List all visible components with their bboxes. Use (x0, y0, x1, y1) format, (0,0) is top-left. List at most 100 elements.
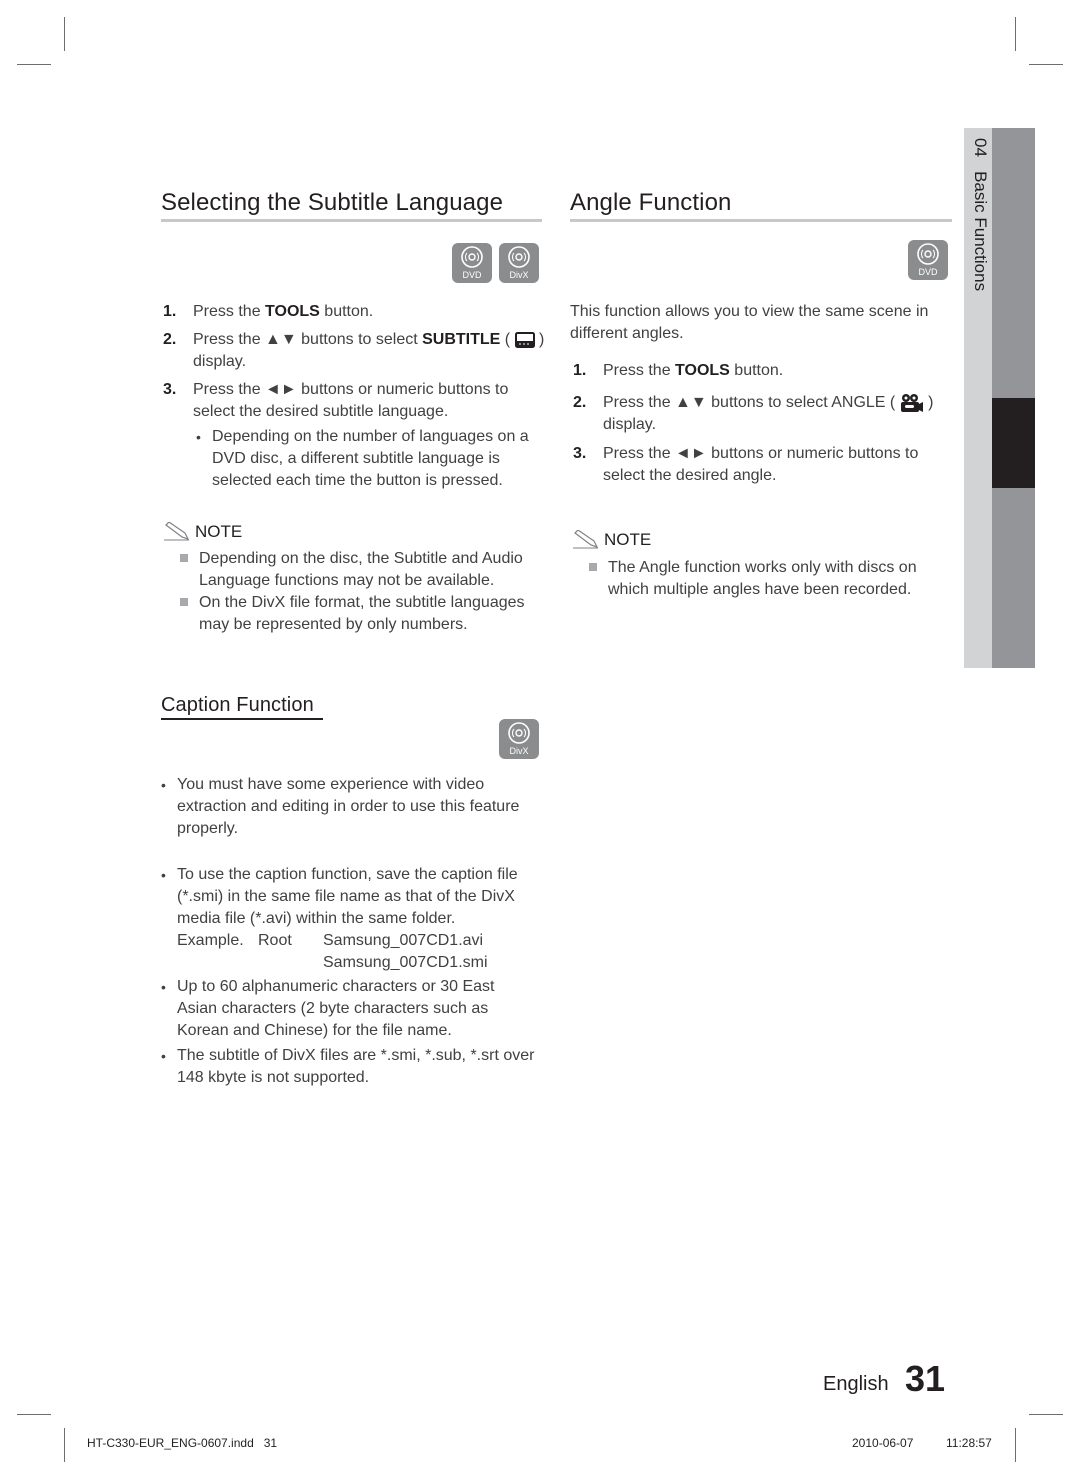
example-file: Samsung_007CD1.smi (323, 954, 488, 971)
slug-date: 2010-06-07 (852, 1436, 914, 1450)
bullet-dot: • (161, 867, 166, 883)
bullet-text: Depending on the number of languages on … (212, 428, 529, 489)
step: 2. Press the ▲▼ buttons to select ANGLE … (573, 392, 958, 436)
crop-mark (1029, 64, 1063, 65)
step-text-part: ( (500, 331, 515, 348)
subtitle-icon (514, 331, 535, 348)
page-number: 31 (905, 1358, 946, 1399)
camera-icon (900, 393, 923, 412)
step-text-part: display. (193, 353, 247, 370)
divx-badge: DivX (499, 719, 539, 759)
step: 3. Press the ◄► buttons or numeric butto… (163, 379, 533, 423)
disc-icon (461, 246, 483, 268)
caption-bullet: • To use the caption function, save the … (161, 864, 541, 930)
disc-icon (508, 722, 530, 744)
crop-mark (1015, 17, 1016, 51)
chapter-label: 04 Basic Functions (966, 138, 990, 291)
badge-label: DivX (509, 746, 529, 756)
bullet-text: To use the caption function, save the ca… (177, 866, 518, 927)
section-rule (570, 219, 952, 222)
square-bullet (177, 548, 199, 592)
step-number: 1. (573, 362, 587, 379)
note-label: NOTE (195, 522, 243, 541)
example-folder: Root (258, 932, 292, 949)
step-text: Press the ▲▼ buttons to select SUBTITLE … (193, 329, 548, 373)
chapter-title: Basic Functions (971, 171, 990, 292)
note-header: NOTE (572, 530, 651, 550)
note-text: The Angle function works only with discs… (608, 559, 917, 598)
pencil-icon (573, 530, 599, 549)
step-number: 2. (573, 394, 587, 411)
crop-mark (64, 17, 65, 51)
note-item: The Angle function works only with discs… (586, 557, 946, 601)
disc-icon (917, 243, 939, 265)
chapter-number: 04 (971, 138, 990, 157)
keyword: TOOLS (675, 362, 730, 379)
caption-bullet: • Up to 60 alphanumeric characters or 30… (161, 976, 531, 1042)
step-text-part: Press the (603, 362, 676, 379)
sub-bullet: • Depending on the number of languages o… (196, 426, 542, 492)
step-text-part: button. (319, 303, 374, 320)
note-item: On the DivX file format, the subtitle la… (177, 592, 537, 636)
step-text-part: ) (923, 394, 934, 411)
step-text-part: Press the (193, 303, 266, 320)
keyword: TOOLS (265, 303, 320, 320)
step-text-part: display. (603, 416, 657, 433)
slug-filename: HT-C330-EUR_ENG-0607.indd 31 (87, 1436, 278, 1450)
section-title-caption: Caption Function (161, 694, 314, 716)
badge-label: DVD (462, 270, 482, 280)
step: 2. Press the ▲▼ buttons to select SUBTIT… (163, 329, 548, 373)
note-label: NOTE (604, 530, 652, 549)
step-text-part: ) (534, 331, 545, 348)
pencil-icon (164, 522, 190, 541)
step-number: 3. (163, 381, 177, 398)
step-text: Press the ◄► buttons or numeric buttons … (193, 381, 509, 420)
bullet-dot: • (161, 777, 166, 793)
note-header: NOTE (163, 522, 242, 542)
step: 1. Press the TOOLS button. (573, 360, 953, 382)
step-text-part: button. (729, 362, 784, 379)
badge-label: DVD (918, 267, 938, 277)
crop-mark (1015, 1428, 1016, 1462)
step-number: 1. (163, 303, 177, 320)
bullet-dot: • (196, 429, 201, 445)
divx-badge: DivX (499, 243, 539, 283)
step-text: Press the ▲▼ buttons to select ANGLE ( )… (603, 392, 958, 436)
crop-mark (64, 1428, 65, 1462)
note-text: Depending on the disc, the Subtitle and … (199, 550, 523, 589)
step-text-part: Press the ▲▼ buttons to select ANGLE ( (603, 394, 900, 411)
step-number: 3. (573, 445, 587, 462)
crop-mark (17, 64, 51, 65)
chapter-index-active (992, 398, 1035, 488)
step-text: Press the ◄► buttons or numeric buttons … (603, 445, 919, 484)
disc-icon (508, 246, 530, 268)
step: 1. Press the TOOLS button. (163, 301, 543, 323)
bullet-dot: • (161, 1048, 166, 1064)
badge-label: DivX (509, 270, 529, 280)
bullet-text: Up to 60 alphanumeric characters or 30 E… (177, 978, 495, 1039)
square-bullet (586, 557, 608, 601)
keyword: SUBTITLE (422, 331, 501, 348)
crop-mark (17, 1414, 51, 1415)
note-text: On the DivX file format, the subtitle la… (199, 594, 525, 633)
step-text: Press the TOOLS button. (193, 301, 543, 323)
dvd-badge: DVD (452, 243, 492, 283)
example-file: Samsung_007CD1.avi (323, 932, 484, 949)
angle-intro: This function allows you to view the sam… (570, 303, 929, 342)
section-rule (161, 718, 323, 720)
note-item: Depending on the disc, the Subtitle and … (177, 548, 537, 592)
slug-time: 11:28:57 (946, 1436, 992, 1450)
bullet-text: The subtitle of DivX files are *.smi, *.… (177, 1047, 535, 1086)
bullet-text: You must have some experience with video… (177, 776, 520, 837)
dvd-badge: DVD (908, 240, 948, 280)
caption-bullet: • You must have some experience with vid… (161, 774, 536, 840)
section-title-subtitle: Selecting the Subtitle Language (161, 189, 504, 216)
crop-mark (1029, 1414, 1063, 1415)
caption-bullet: • The subtitle of DivX files are *.smi, … (161, 1045, 546, 1089)
step: 3. Press the ◄► buttons or numeric butto… (573, 443, 943, 487)
step-number: 2. (163, 331, 177, 348)
section-title-angle: Angle Function (570, 189, 732, 216)
page-language: English (823, 1373, 889, 1395)
bullet-dot: • (161, 979, 166, 995)
example-label: Example. (177, 932, 244, 949)
